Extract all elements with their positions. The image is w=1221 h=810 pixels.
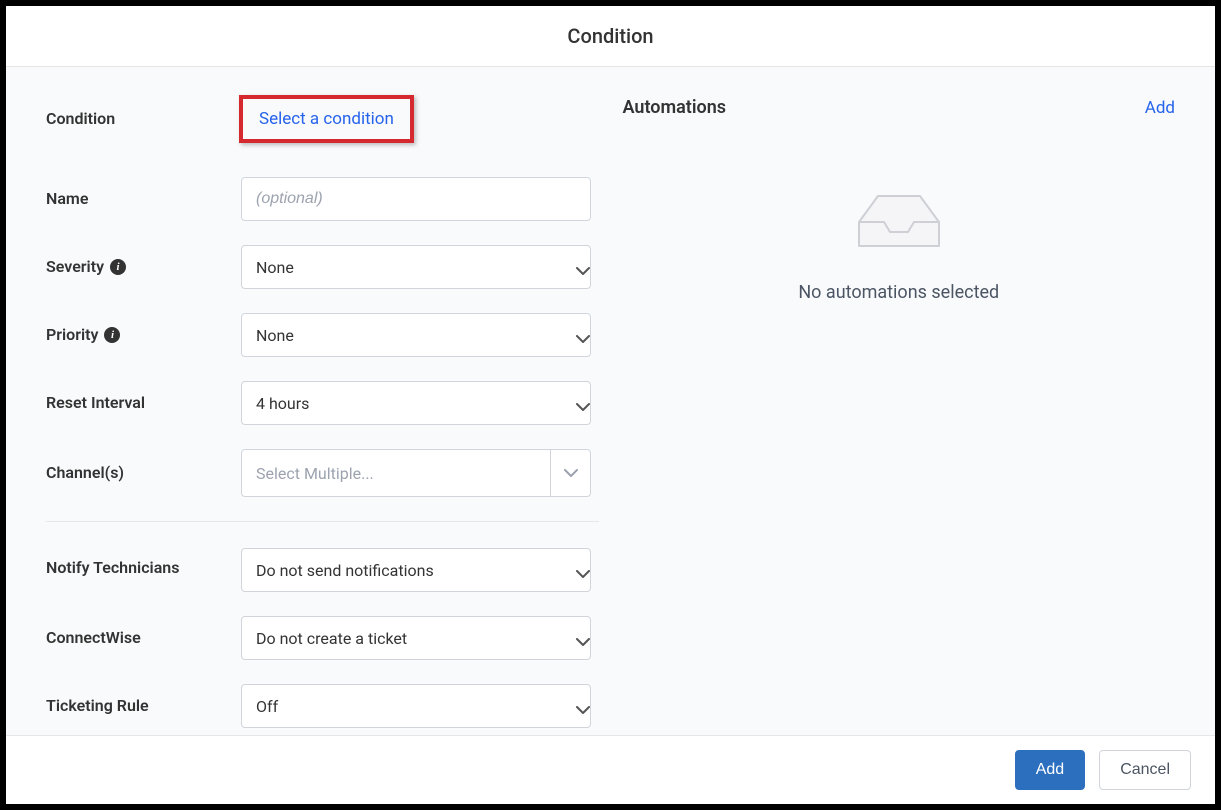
severity-select[interactable]: None <box>241 245 591 289</box>
notify-technicians-value: Do not send notifications <box>256 561 434 580</box>
condition-control: Select a condition <box>241 97 591 141</box>
channels-control: Select Multiple... <box>241 449 591 497</box>
condition-label: Condition <box>46 109 241 130</box>
severity-value: None <box>256 258 294 277</box>
notify-technicians-label: Notify Technicians <box>46 548 241 579</box>
dialog-body: Condition Select a condition Name Severi… <box>6 67 1215 735</box>
reset-interval-control: 4 hours <box>241 381 591 425</box>
notify-technicians-select[interactable]: Do not send notifications <box>241 548 591 592</box>
dialog-footer: Add Cancel <box>6 735 1215 804</box>
info-icon[interactable]: i <box>110 259 126 275</box>
priority-value: None <box>256 326 294 345</box>
severity-label: Severity i <box>46 257 241 278</box>
priority-label-text: Priority <box>46 325 98 346</box>
ticketing-rule-value: Off <box>256 697 278 716</box>
severity-row: Severity i None <box>46 245 599 289</box>
priority-label: Priority i <box>46 325 241 346</box>
ticketing-rule-select[interactable]: Off <box>241 684 591 728</box>
name-row: Name <box>46 177 599 221</box>
channels-multiselect[interactable]: Select Multiple... <box>241 449 591 497</box>
condition-row: Condition Select a condition <box>46 97 599 141</box>
connectwise-select[interactable]: Do not create a ticket <box>241 616 591 660</box>
automations-title: Automations <box>623 97 727 118</box>
highlight-box: Select a condition <box>241 97 412 141</box>
info-icon[interactable]: i <box>104 327 120 343</box>
name-control <box>241 177 591 221</box>
reset-interval-value: 4 hours <box>256 394 309 413</box>
notify-technicians-control: Do not send notifications <box>241 548 591 592</box>
ticketing-rule-label: Ticketing Rule <box>46 696 241 717</box>
reset-interval-label: Reset Interval <box>46 393 241 414</box>
connectwise-row: ConnectWise Do not create a ticket <box>46 616 599 660</box>
automations-empty-text: No automations selected <box>798 282 999 303</box>
channels-row: Channel(s) Select Multiple... <box>46 449 599 497</box>
ticketing-rule-control: Off <box>241 684 591 728</box>
severity-label-text: Severity <box>46 257 104 278</box>
channels-label: Channel(s) <box>46 463 241 484</box>
connectwise-label: ConnectWise <box>46 628 241 649</box>
divider <box>46 521 599 522</box>
connectwise-control: Do not create a ticket <box>241 616 591 660</box>
priority-select[interactable]: None <box>241 313 591 357</box>
automations-empty-state: No automations selected <box>623 188 1176 303</box>
select-condition-link[interactable]: Select a condition <box>259 109 394 129</box>
reset-interval-row: Reset Interval 4 hours <box>46 381 599 425</box>
chevron-down-icon <box>550 450 590 496</box>
automations-header: Automations Add <box>623 97 1176 118</box>
left-panel: Condition Select a condition Name Severi… <box>6 67 611 735</box>
dialog-title: Condition <box>6 6 1215 67</box>
priority-row: Priority i None <box>46 313 599 357</box>
channels-placeholder: Select Multiple... <box>242 450 550 496</box>
cancel-button[interactable]: Cancel <box>1099 750 1191 790</box>
inbox-icon <box>856 188 942 252</box>
name-input[interactable] <box>241 177 591 221</box>
add-button[interactable]: Add <box>1015 750 1085 790</box>
ticketing-rule-row: Ticketing Rule Off <box>46 684 599 728</box>
reset-interval-select[interactable]: 4 hours <box>241 381 591 425</box>
connectwise-value: Do not create a ticket <box>256 629 407 648</box>
condition-dialog: Condition Condition Select a condition N… <box>6 6 1215 804</box>
severity-control: None <box>241 245 591 289</box>
right-panel: Automations Add No automations selected <box>611 67 1216 735</box>
automations-add-link[interactable]: Add <box>1145 98 1175 118</box>
notify-technicians-row: Notify Technicians Do not send notificat… <box>46 548 599 592</box>
name-label: Name <box>46 189 241 210</box>
priority-control: None <box>241 313 591 357</box>
